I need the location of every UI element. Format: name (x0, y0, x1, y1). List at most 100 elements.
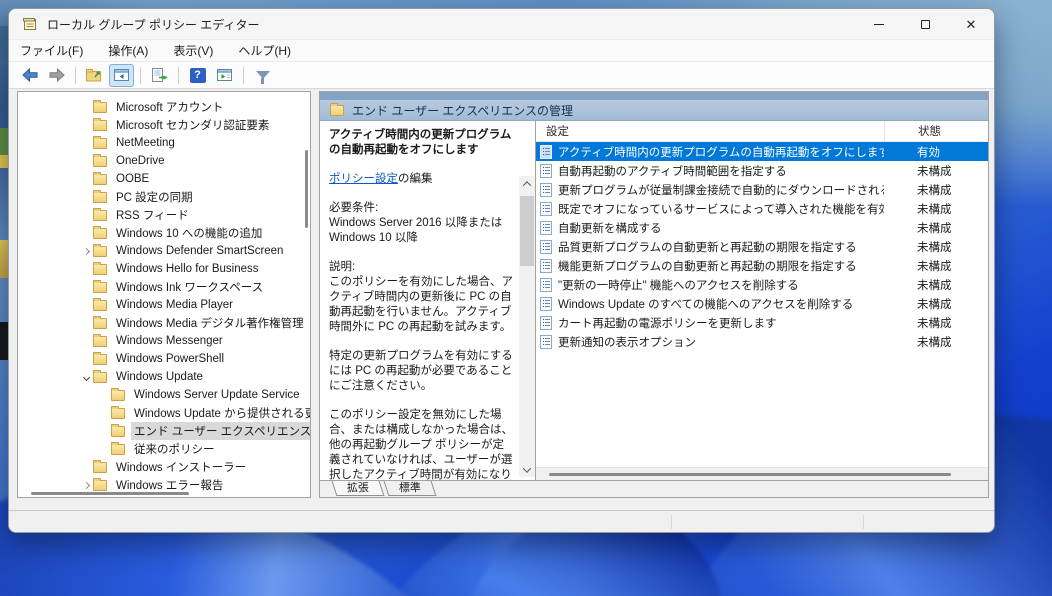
maximize-button[interactable] (902, 9, 948, 39)
menu-help[interactable]: ヘルプ(H) (238, 42, 291, 59)
tree-item[interactable]: Windows Defender SmartScreen (18, 242, 310, 260)
tree-item[interactable]: Windows Messenger (18, 332, 310, 350)
folder-icon (93, 210, 107, 221)
tree-item[interactable]: Windows 10 への機能の追加 (18, 224, 310, 242)
tree-item[interactable]: RSS フィード (18, 206, 310, 224)
description-scrollbar[interactable] (519, 176, 535, 477)
show-console-tree-button[interactable] (109, 64, 134, 87)
policy-icon (540, 297, 552, 311)
policy-row[interactable]: アクティブ時間内の更新プログラムの自動再起動をオフにします有効 (536, 142, 988, 161)
titlebar[interactable]: ローカル グループ ポリシー エディター ✕ (9, 9, 994, 39)
policy-row[interactable]: 自動更新を構成する未構成 (536, 218, 988, 237)
tab-extended[interactable]: 拡張 (332, 481, 385, 496)
expand-arrow-icon[interactable] (79, 249, 93, 254)
policy-row[interactable]: 自動再起動のアクティブ時間範囲を指定する未構成 (536, 161, 988, 180)
policy-setting-name: 機能更新プログラムの自動更新と再起動の期限を指定する (558, 258, 884, 274)
tree-item-label: Windows Update から提供される更 (131, 404, 310, 422)
chevron-icon (82, 481, 89, 488)
tree-item[interactable]: Windows Hello for Business (18, 260, 310, 278)
tree-item[interactable]: Windows インストーラー (18, 458, 310, 476)
tree-horizontal-scrollbar[interactable] (31, 492, 189, 495)
menu-view[interactable]: 表示(V) (173, 42, 213, 59)
app-icon (22, 16, 38, 32)
policy-row[interactable]: "更新の一時停止" 機能へのアクセスを削除する未構成 (536, 275, 988, 294)
toolbar: ? (9, 62, 994, 89)
policy-row[interactable]: 機能更新プログラムの自動更新と再起動の期限を指定する未構成 (536, 256, 988, 275)
minimize-button[interactable] (856, 9, 902, 39)
column-header-setting[interactable]: 設定 (536, 123, 884, 139)
tree-vertical-scrollbar[interactable] (305, 150, 308, 228)
folder-icon (111, 426, 125, 437)
back-button[interactable] (17, 64, 42, 87)
tree-item[interactable]: PC 設定の同期 (18, 188, 310, 206)
policy-setting-name: Windows Update のすべての機能へのアクセスを削除する (558, 296, 884, 312)
export-list-button[interactable] (147, 64, 172, 87)
folder-icon (111, 408, 125, 419)
policy-row[interactable]: 更新プログラムが従量制課金接続で自動的にダウンロードされるのを...未構成 (536, 180, 988, 199)
show-extended-view-button[interactable] (212, 64, 237, 87)
tree-item[interactable]: Microsoft アカウント (18, 98, 310, 116)
policy-state: 未構成 (884, 296, 988, 312)
settings-list-pane: 設定 状態 アクティブ時間内の更新プログラムの自動再起動をオフにします有効自動再… (536, 121, 988, 480)
details-section: エンド ユーザー エクスペリエンスの管理 アクティブ時間内の更新プログラムの自動… (319, 91, 989, 498)
tree-item[interactable]: Windows Media Player (18, 296, 310, 314)
scroll-up-button[interactable] (519, 176, 535, 191)
tree-item[interactable]: エンド ユーザー エクスペリエンスの管理 (18, 422, 310, 440)
tree-item-label: Microsoft セカンダリ認証要素 (113, 116, 272, 134)
list-horizontal-scrollbar[interactable] (549, 473, 951, 476)
header-strip (320, 92, 988, 100)
statusbar-divider (863, 515, 864, 529)
collapse-arrow-icon[interactable] (79, 375, 93, 380)
tree-item-label: Windows Defender SmartScreen (113, 244, 286, 258)
scrollbar-thumb[interactable] (520, 196, 534, 266)
tree-item-label: Windows Media Player (113, 298, 236, 312)
tree-item[interactable]: Windows Media デジタル著作権管理 (18, 314, 310, 332)
tree-item[interactable]: Windows Update から提供される更 (18, 404, 310, 422)
menu-file[interactable]: ファイル(F) (20, 42, 83, 59)
folder-icon (93, 372, 107, 383)
close-button[interactable]: ✕ (948, 9, 994, 39)
tree-item-label: Windows 10 への機能の追加 (113, 224, 265, 242)
policy-setting-name: 品質更新プログラムの自動更新と再起動の期限を指定する (558, 239, 884, 255)
edit-policy-setting-link[interactable]: ポリシー設定 (329, 173, 398, 185)
policy-state: 有効 (884, 144, 988, 160)
policy-icon (540, 221, 552, 235)
policy-setting-name: "更新の一時停止" 機能へのアクセスを削除する (558, 277, 884, 293)
tree-item[interactable]: Windows PowerShell (18, 350, 310, 368)
tree-item[interactable]: Windows Server Update Service (18, 386, 310, 404)
tree-item-label: OneDrive (113, 154, 168, 168)
policy-icon (540, 183, 552, 197)
policy-title: アクティブ時間内の更新プログラムの自動再起動をオフにします (329, 128, 513, 158)
folder-icon (111, 390, 125, 401)
policy-row[interactable]: カート再起動の電源ポリシーを更新します未構成 (536, 313, 988, 332)
tab-standard[interactable]: 標準 (384, 481, 437, 496)
chevron-icon (82, 373, 89, 380)
tree-item[interactable]: NetMeeting (18, 134, 310, 152)
desktop: ローカル グループ ポリシー エディター ✕ ファイル(F) 操作(A) 表示(V)… (0, 0, 1052, 596)
tree-item[interactable]: Microsoft セカンダリ認証要素 (18, 116, 310, 134)
up-one-level-button[interactable] (82, 64, 107, 87)
forward-button[interactable] (44, 64, 69, 87)
policy-setting-name: 更新プログラムが従量制課金接続で自動的にダウンロードされるのを... (558, 182, 884, 198)
menu-action[interactable]: 操作(A) (108, 42, 148, 59)
policy-state: 未構成 (884, 315, 988, 331)
scroll-down-button[interactable] (519, 462, 535, 477)
tree-item-label: OOBE (113, 172, 152, 186)
policy-row[interactable]: 品質更新プログラムの自動更新と再起動の期限を指定する未構成 (536, 237, 988, 256)
policy-row[interactable]: 更新通知の表示オプション未構成 (536, 332, 988, 351)
expand-arrow-icon[interactable] (79, 483, 93, 488)
tree-item[interactable]: OneDrive (18, 152, 310, 170)
tree-item-label: 従来のポリシー (131, 440, 218, 458)
tree-item[interactable]: 従来のポリシー (18, 440, 310, 458)
tree-item[interactable]: OOBE (18, 170, 310, 188)
policy-row[interactable]: 既定でオフになっているサービスによって導入された機能を有効にする未構成 (536, 199, 988, 218)
policy-setting-name: 既定でオフになっているサービスによって導入された機能を有効にする (558, 201, 884, 217)
tree-item[interactable]: Windows Update (18, 368, 310, 386)
filter-button[interactable] (250, 64, 275, 87)
folder-icon (93, 282, 107, 293)
policy-row[interactable]: Windows Update のすべての機能へのアクセスを削除する未構成 (536, 294, 988, 313)
folder-icon (93, 264, 107, 275)
tree-item[interactable]: Windows Ink ワークスペース (18, 278, 310, 296)
help-button[interactable]: ? (185, 64, 210, 87)
column-header-state[interactable]: 状態 (884, 121, 988, 141)
